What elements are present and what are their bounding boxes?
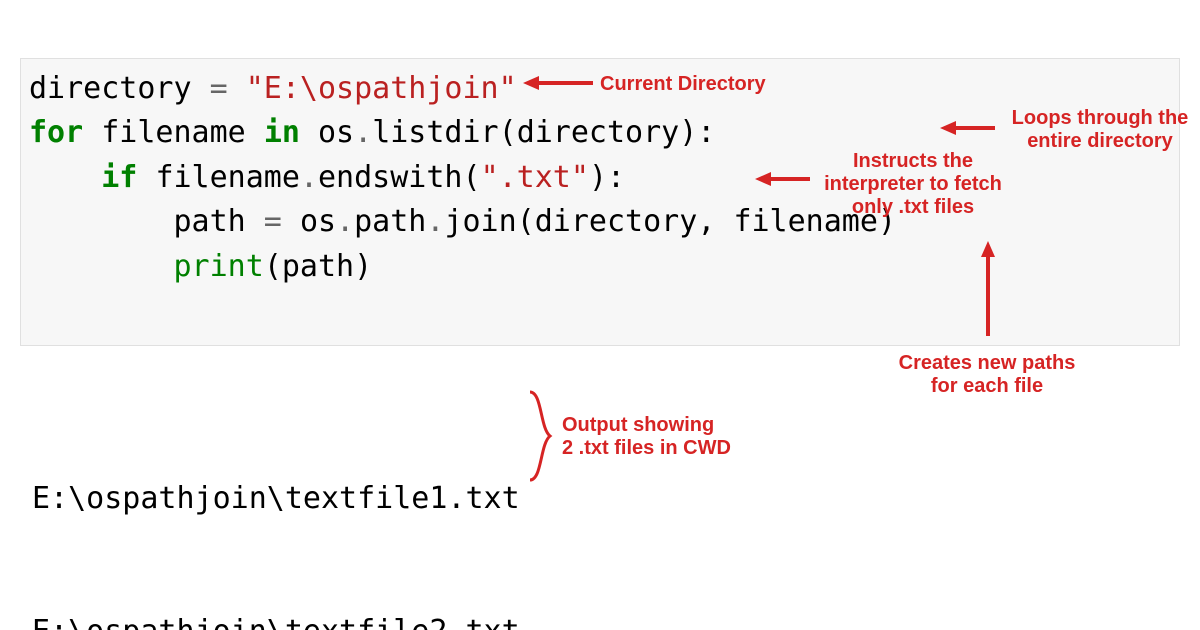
- output-line-2: E:\ospathjoin\textfile2.txt: [32, 610, 520, 630]
- label-creates: Creates new paths for each file: [882, 352, 1092, 398]
- op-dot4: .: [426, 204, 444, 239]
- canvas: directory = "E:\ospathjoin" for filename…: [0, 0, 1200, 630]
- label-current-dir: Current Directory: [600, 73, 766, 96]
- var-directory: directory: [29, 71, 192, 106]
- fn-print: print: [174, 249, 264, 284]
- var-path: path: [174, 204, 246, 239]
- label-output-l1: Output showing: [562, 414, 731, 437]
- paren-colon2: ):: [589, 160, 625, 195]
- sp: [83, 115, 101, 150]
- paren4c: ): [354, 249, 372, 284]
- label-instructs: Instructs the interpreter to fetch only …: [808, 150, 1018, 219]
- label-output-l2: 2 .txt files in CWD: [562, 437, 731, 460]
- mod-os: os: [318, 115, 354, 150]
- fn-endswith: endswith: [318, 160, 463, 195]
- op-dot2: .: [300, 160, 318, 195]
- label-instructs-l3: only .txt files: [808, 196, 1018, 219]
- mod-os2: os: [300, 204, 336, 239]
- str-txt: ".txt": [481, 160, 589, 195]
- sub-path: path: [354, 204, 426, 239]
- output-block: E:\ospathjoin\textfile1.txt E:\ospathjoi…: [32, 388, 520, 630]
- label-loops-l1: Loops through the: [1000, 107, 1200, 130]
- arg-directory: directory: [517, 115, 680, 150]
- var-filename: filename: [101, 115, 246, 150]
- arg-dir: directory: [535, 204, 698, 239]
- kw-in: in: [264, 115, 300, 150]
- paren-colon: ):: [679, 115, 715, 150]
- indent2: [29, 204, 174, 239]
- brace-output: [528, 388, 558, 484]
- paren3: (: [517, 204, 535, 239]
- op-dot3: .: [336, 204, 354, 239]
- op-eq2: =: [246, 204, 300, 239]
- label-loops-l2: entire directory: [1000, 130, 1200, 153]
- paren4: (: [264, 249, 282, 284]
- var-filename2: filename: [155, 160, 300, 195]
- code-line-5: print(path): [29, 245, 1179, 289]
- kw-for: for: [29, 115, 83, 150]
- fn-join: join: [444, 204, 516, 239]
- arg-path: path: [282, 249, 354, 284]
- kw-if: if: [101, 160, 137, 195]
- op-eq: =: [192, 71, 246, 106]
- sp: [137, 160, 155, 195]
- paren2: (: [463, 160, 481, 195]
- indent3: [29, 249, 174, 284]
- sp: [300, 115, 318, 150]
- label-loops: Loops through the entire directory: [1000, 107, 1200, 153]
- label-creates-l2: for each file: [882, 375, 1092, 398]
- indent: [29, 160, 101, 195]
- output-line-1: E:\ospathjoin\textfile1.txt: [32, 477, 520, 521]
- label-creates-l1: Creates new paths: [882, 352, 1092, 375]
- sp: [246, 115, 264, 150]
- label-instructs-l1: Instructs the: [808, 150, 1018, 173]
- label-output: Output showing 2 .txt files in CWD: [562, 414, 731, 460]
- fn-listdir: listdir: [372, 115, 498, 150]
- paren: (: [499, 115, 517, 150]
- label-instructs-l2: interpreter to fetch: [808, 173, 1018, 196]
- comma: ,: [697, 204, 733, 239]
- op-dot: .: [354, 115, 372, 150]
- str-path: "E:\ospathjoin": [246, 71, 517, 106]
